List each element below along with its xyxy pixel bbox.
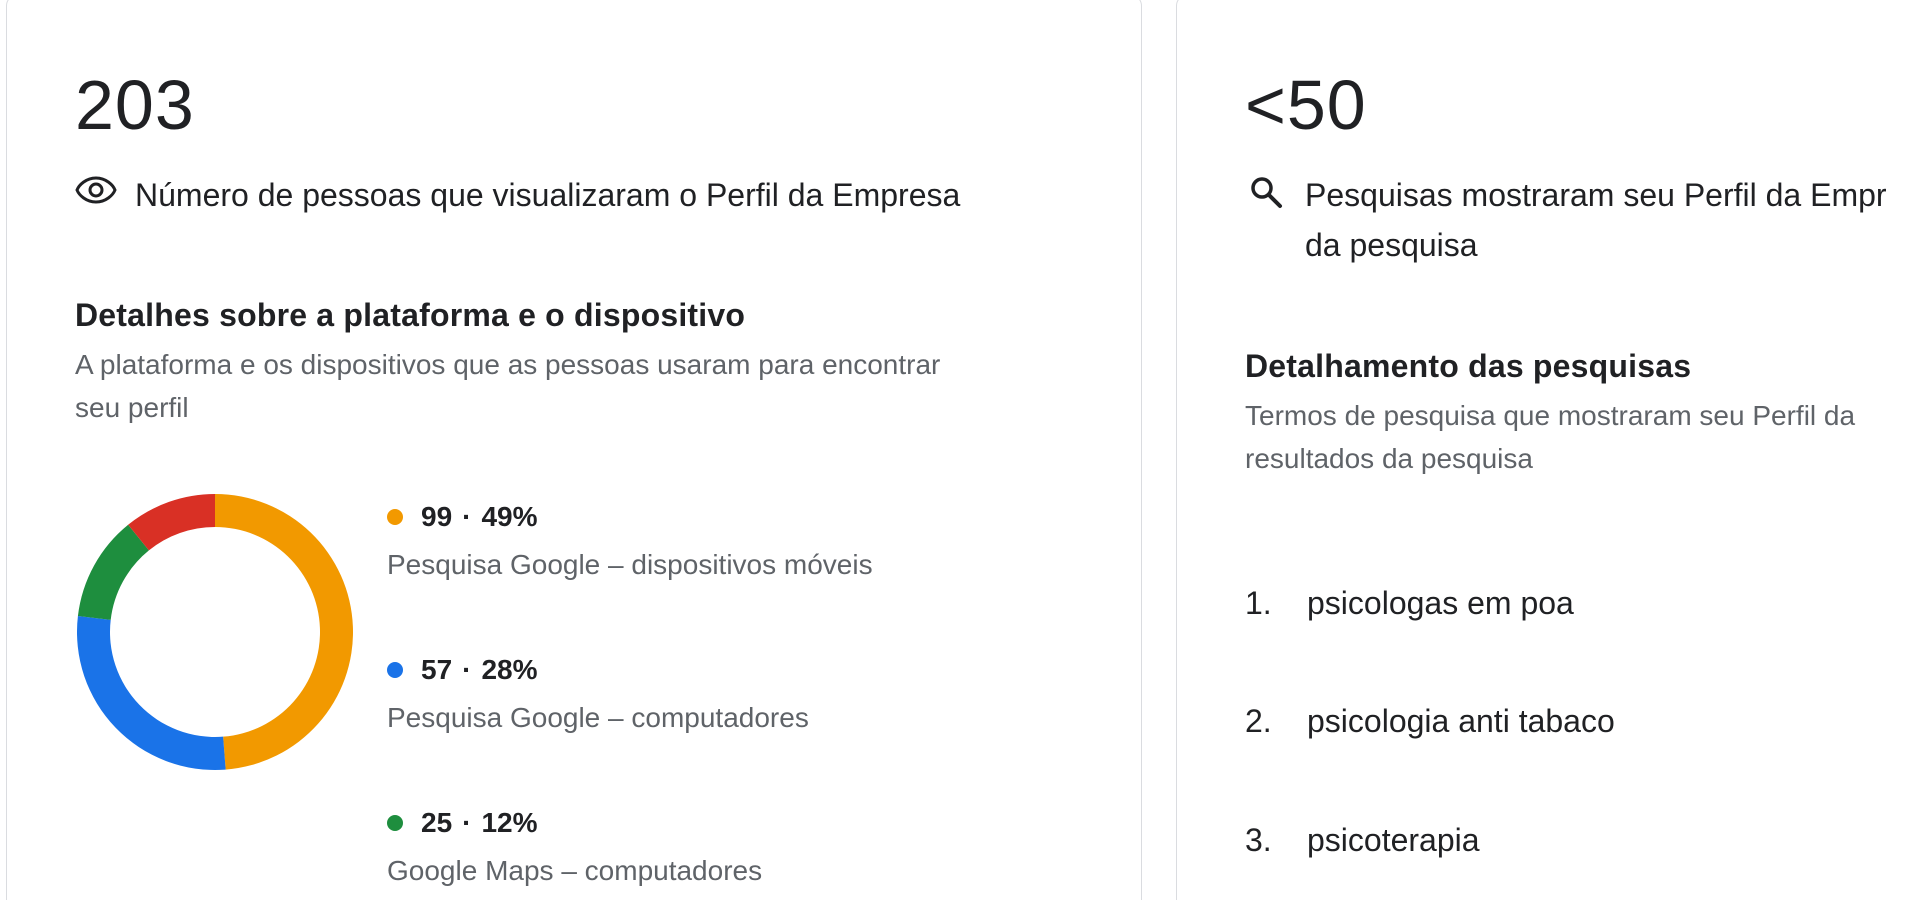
legend-label: Pesquisa Google – computadores [387,702,809,733]
search-term-rank: 2. [1245,703,1272,739]
legend-item-maps-desktop: 25 · 12% Google Maps – computadores [387,805,762,887]
donut-slice-0 [215,494,354,770]
platform-section-title: Detalhes sobre a plataforma e o disposit… [75,297,746,333]
legend-separator: · [462,501,472,532]
search-term-item: 2. psicologia anti tabaco [1245,703,1615,740]
search-term-text: psicologas em poa [1307,585,1574,621]
searches-card: <50 Pesquisas mostraram seu Perfil da Em… [1176,0,1920,900]
searches-section-description: Termos de pesquisa que mostraram seu Per… [1245,394,1855,480]
legend-separator: · [462,654,472,685]
viewport: 203 Número de pessoas que visualizaram o… [0,0,1920,900]
search-term-item: 3. psicoterapia [1245,822,1480,859]
platform-section-description-line: seu perfil [75,392,189,423]
platform-section-description-line: A plataforma e os dispositivos que as pe… [75,349,941,380]
search-term-text: psicologia anti tabaco [1307,703,1615,739]
legend-label: Google Maps – computadores [387,855,763,886]
searches-headline: Pesquisas mostraram seu Perfil da Empr d… [1305,170,1887,270]
search-term-item: 1. psicologas em poa [1245,585,1574,622]
legend-dot-mobile-search [387,509,403,525]
search-term-rank: 1. [1245,585,1272,621]
legend-value: 25 [421,807,453,838]
eye-icon [75,175,117,210]
profile-views-card: 203 Número de pessoas que visualizaram o… [6,0,1142,900]
search-term-rank: 3. [1245,822,1272,858]
legend-label: Pesquisa Google – dispositivos móveis [387,549,873,580]
profile-views-headline: Número de pessoas que visualizaram o Per… [135,177,961,213]
legend-percent: 12% [481,807,538,838]
searches-headline-line: Pesquisas mostraram seu Perfil da Empr [1305,177,1887,213]
search-icon [1249,175,1283,214]
donut-slice-1 [77,616,226,770]
searches-section-description-line: Termos de pesquisa que mostraram seu Per… [1245,400,1856,431]
legend-value: 57 [421,654,453,685]
legend-dot-maps-desktop [387,815,403,831]
searches-headline-line: da pesquisa [1305,227,1478,263]
search-term-text: psicoterapia [1307,822,1480,858]
legend-value: 99 [421,501,453,532]
platform-section-description: A plataforma e os dispositivos que as pe… [75,343,940,429]
searches-total: <50 [1245,66,1367,144]
searches-section-description-line: resultados da pesquisa [1245,443,1533,474]
searches-section-title: Detalhamento das pesquisas [1245,348,1692,384]
profile-views-total: 203 [75,66,195,144]
legend-item-desktop-search: 57 · 28% Pesquisa Google – computadores [387,652,809,734]
legend-dot-desktop-search [387,662,403,678]
legend-separator: · [462,807,472,838]
platform-donut-chart [77,494,354,770]
legend-item-mobile-search: 99 · 49% Pesquisa Google – dispositivos … [387,499,873,581]
legend-percent: 49% [481,501,538,532]
legend-percent: 28% [481,654,538,685]
donut-slice-2 [77,524,149,620]
